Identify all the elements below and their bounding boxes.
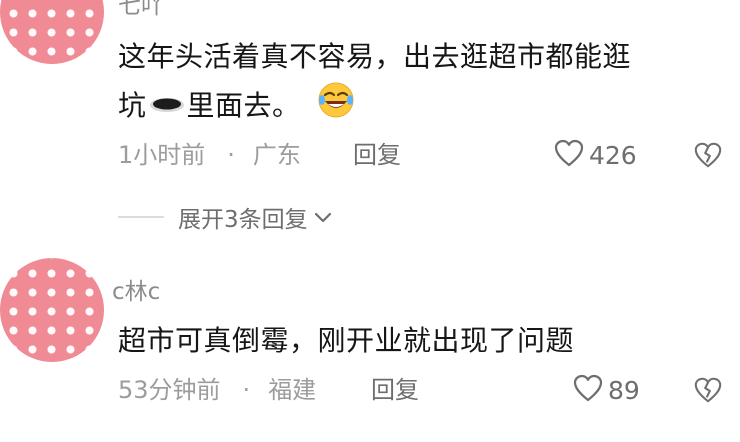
dislike-button[interactable]: [693, 140, 723, 170]
comment-text-line: 坑 里面去。: [118, 80, 718, 134]
like-count: 426: [589, 140, 637, 170]
comment-time: 1小时前: [118, 141, 206, 169]
broken-heart-outline-icon: [693, 142, 723, 174]
meta-separator: ·: [242, 376, 251, 404]
comment-text: 这年头活着真不容易，出去逛超市都能逛 坑 里面去。: [118, 34, 718, 134]
comment-username[interactable]: 七吖: [118, 0, 164, 20]
reply-button[interactable]: 回复: [353, 140, 401, 170]
divider-line: [118, 216, 164, 218]
like-button[interactable]: 426: [553, 138, 637, 172]
heart-outline-icon: [553, 138, 585, 172]
comment-meta: 1小时前 · 广东: [118, 140, 301, 170]
like-button[interactable]: 89: [572, 373, 640, 407]
hole-emoji-icon: [147, 84, 187, 130]
chevron-down-icon: [312, 206, 334, 228]
reply-button[interactable]: 回复: [371, 375, 419, 405]
comment-text: 超市可真倒霉，刚开业就出现了问题: [118, 324, 575, 357]
dislike-button[interactable]: [693, 375, 723, 405]
avatar[interactable]: [0, 258, 104, 362]
comment-location: 广东: [252, 141, 301, 169]
comment-meta: 53分钟前 · 福建: [118, 375, 316, 405]
rolling-laugh-emoji-icon: [316, 80, 356, 134]
comment-location: 福建: [268, 376, 317, 404]
broken-heart-outline-icon: [693, 377, 723, 409]
expand-replies-label: 展开3条回复: [178, 207, 308, 233]
like-count: 89: [608, 375, 640, 405]
comment-time: 53分钟前: [118, 376, 221, 404]
avatar[interactable]: [0, 0, 104, 64]
comment-text-fragment: 里面去。: [186, 89, 301, 122]
comment-username[interactable]: c林c: [112, 278, 160, 306]
comment-text-line: 这年头活着真不容易，出去逛超市都能逛: [118, 40, 632, 73]
heart-outline-icon: [572, 373, 604, 407]
comment-text-fragment: 坑: [118, 89, 147, 122]
meta-separator: ·: [227, 141, 235, 169]
expand-replies-button[interactable]: 展开3条回复: [118, 202, 334, 233]
